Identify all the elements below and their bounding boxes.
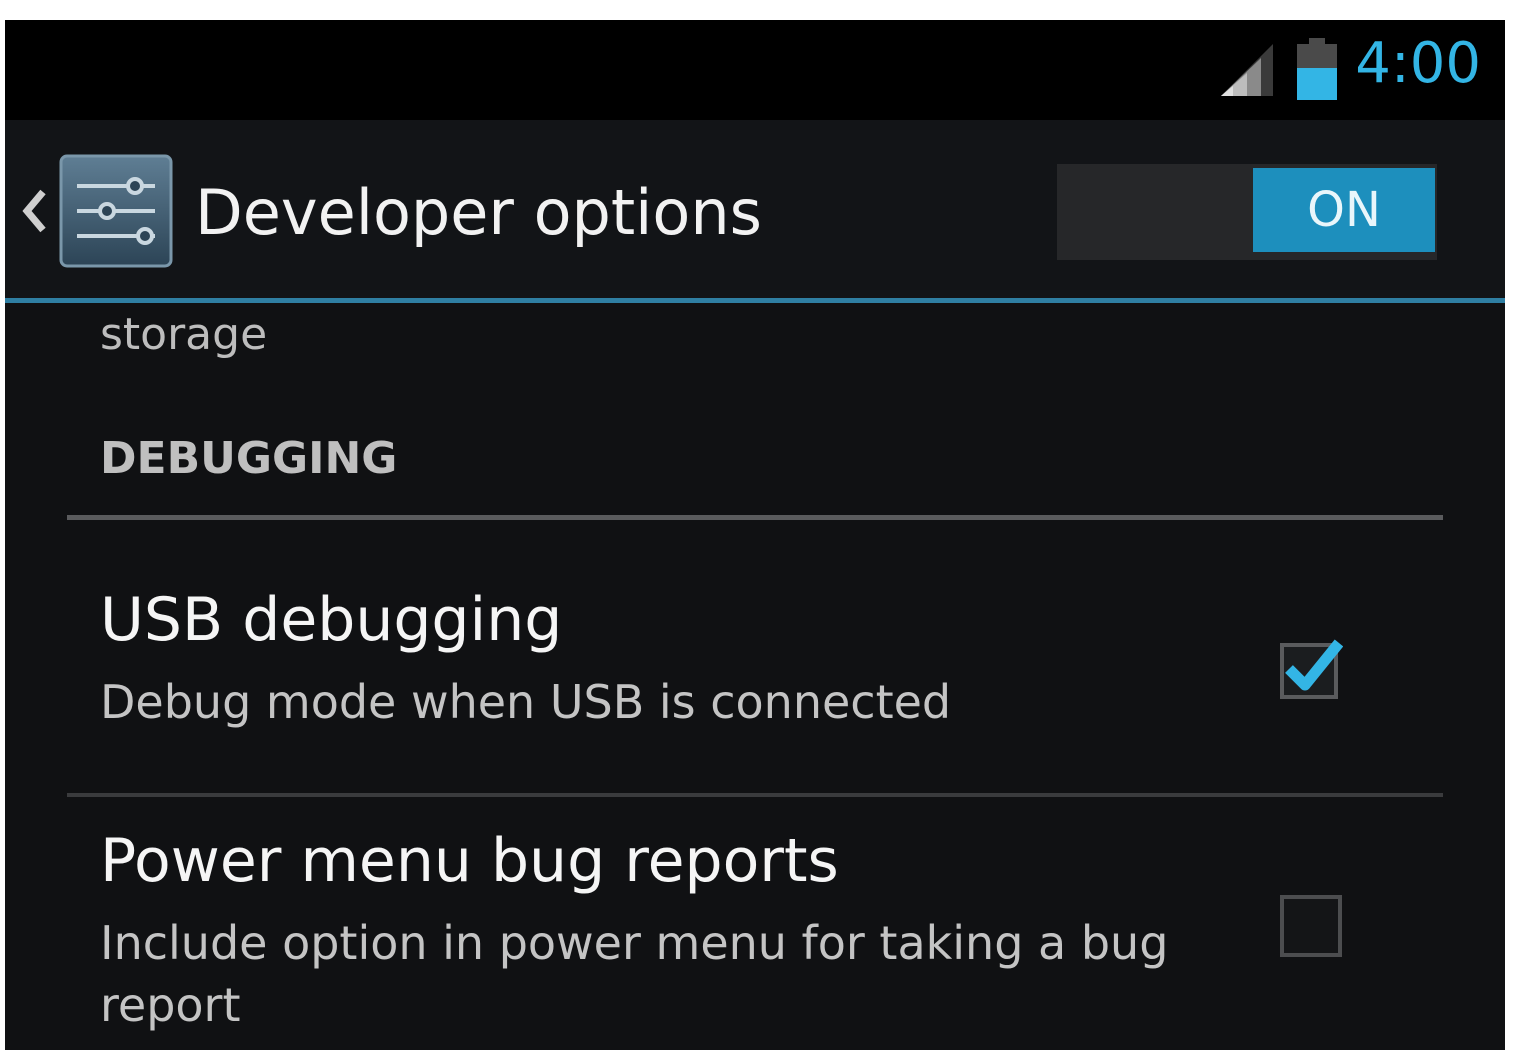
android-screen: 4:00 Developer options ON storage DEBUGG… xyxy=(5,20,1505,1050)
action-bar: Developer options ON xyxy=(5,120,1505,303)
developer-options-sliders-icon[interactable] xyxy=(59,154,173,268)
previous-item-summary: storage xyxy=(100,309,268,360)
up-caret-icon[interactable] xyxy=(19,186,49,236)
power-menu-bug-reports-checkbox[interactable] xyxy=(1279,894,1343,958)
pref-title: USB debugging xyxy=(100,585,563,655)
usb-debugging-row[interactable]: USB debugging Debug mode when USB is con… xyxy=(67,533,1443,783)
switch-on-label: ON xyxy=(1253,168,1435,252)
pref-summary: Debug mode when USB is connected xyxy=(100,675,952,729)
status-clock: 4:00 xyxy=(1355,31,1481,96)
pref-summary: Include option in power menu for taking … xyxy=(100,916,1169,1032)
power-menu-bug-reports-row[interactable]: Power menu bug reports Include option in… xyxy=(67,798,1443,1050)
section-divider xyxy=(67,515,1443,520)
section-header-debugging: DEBUGGING xyxy=(100,433,398,484)
battery-icon xyxy=(1297,38,1337,100)
usb-debugging-checkbox[interactable] xyxy=(1279,635,1343,699)
pref-title: Power menu bug reports xyxy=(100,826,839,896)
preference-list: storage DEBUGGING USB debugging Debug mo… xyxy=(5,303,1505,1050)
page-title: Developer options xyxy=(195,176,762,249)
signal-icon xyxy=(1221,44,1273,96)
developer-options-switch[interactable]: ON xyxy=(1057,164,1437,260)
status-bar: 4:00 xyxy=(5,20,1505,120)
row-divider xyxy=(67,793,1443,797)
